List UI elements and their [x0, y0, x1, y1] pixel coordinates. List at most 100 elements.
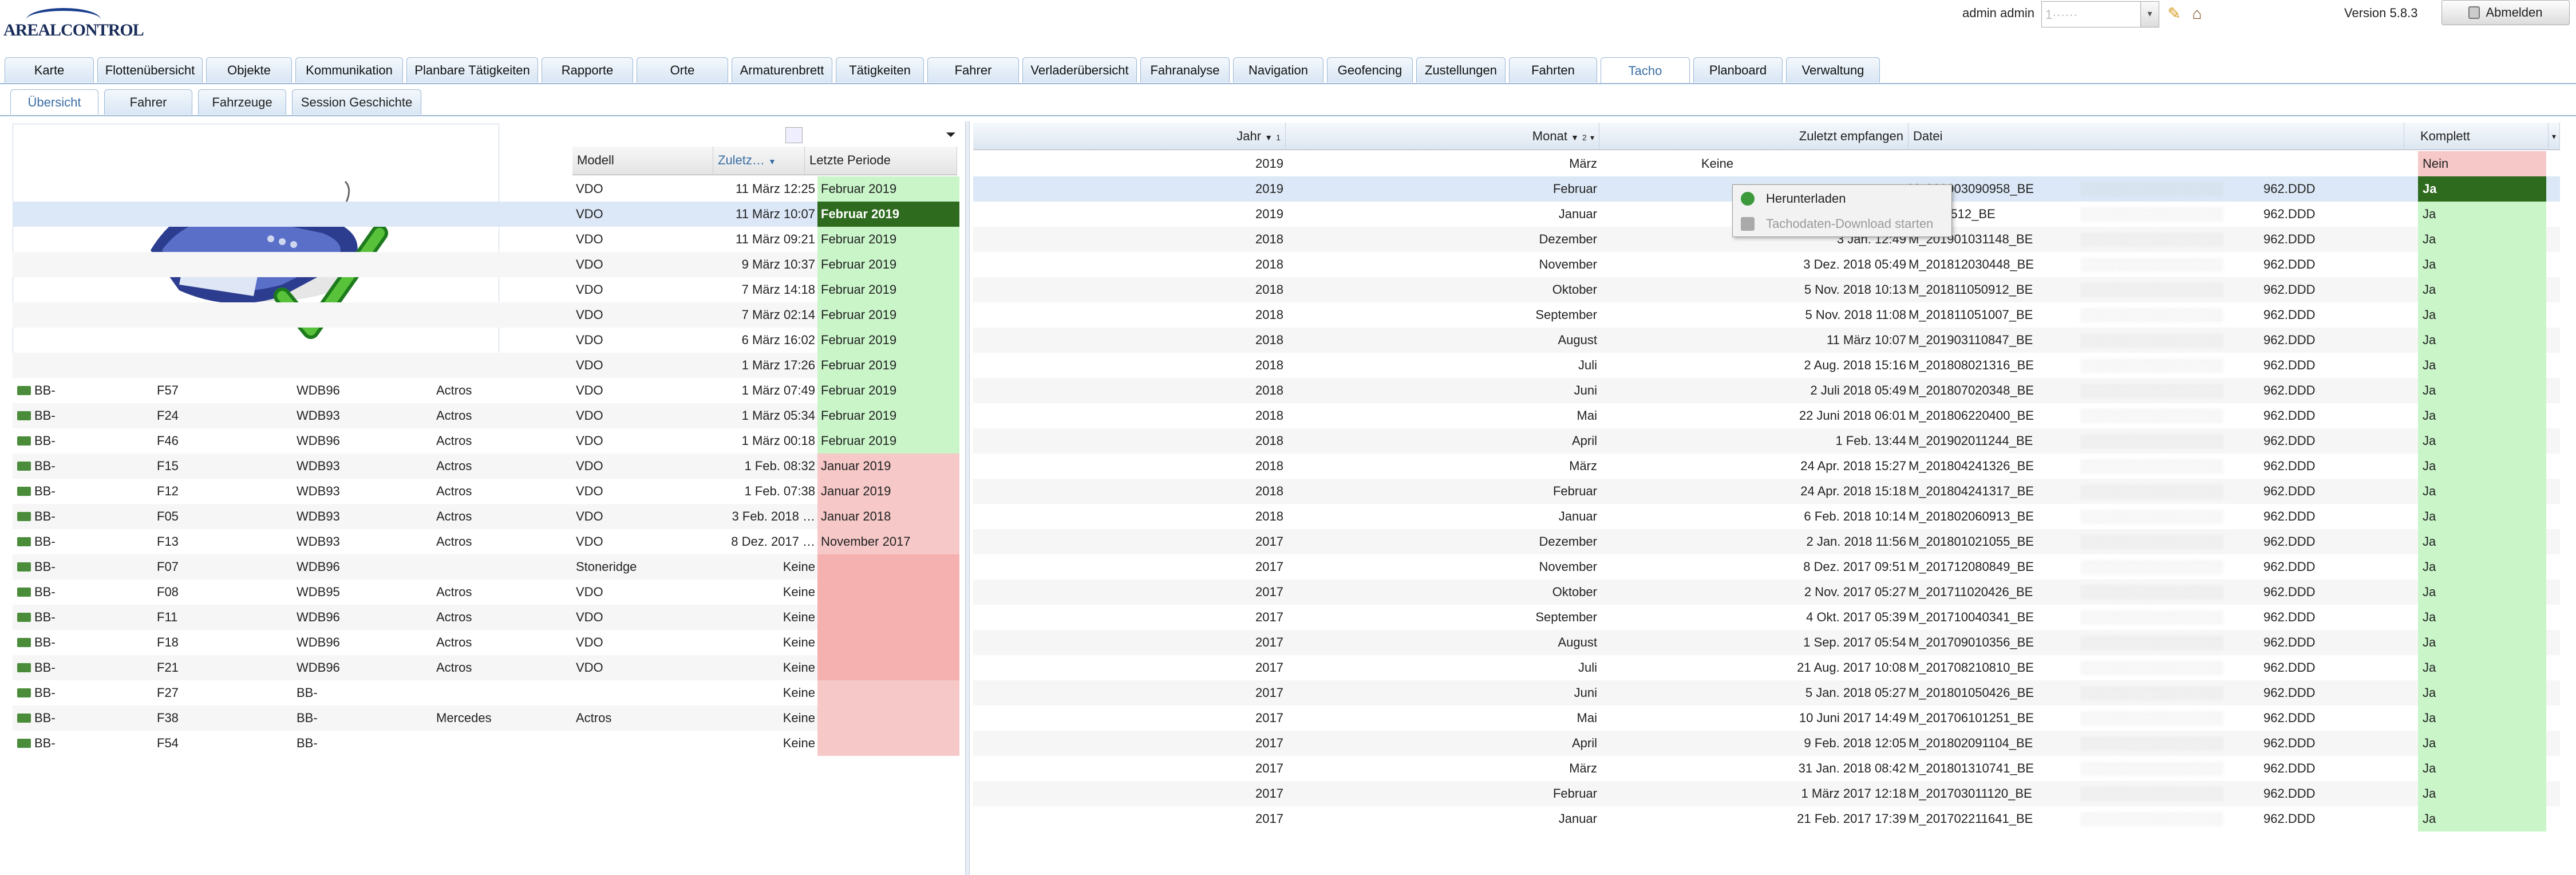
table-row[interactable]: 2018 August 11 März 10:07 M_201903110847_BE…	[973, 328, 2560, 353]
tab-rapporte[interactable]: Rapporte	[542, 57, 633, 82]
col-header-zuletzt[interactable]: Zuletz… ▼	[713, 147, 805, 174]
tab-verwaltung[interactable]: Verwaltung	[1786, 57, 1880, 82]
pencil-icon[interactable]: ✎	[2165, 5, 2183, 23]
table-row[interactable]: 2017 Oktober 2 Nov. 2017 05:27 M_2017110204…	[973, 580, 2560, 605]
tab-geofencing[interactable]: Geofencing	[1327, 57, 1413, 82]
chevron-down-icon[interactable]: ▾	[2140, 2, 2159, 27]
tab-fahranalyse[interactable]: Fahranalyse	[1140, 57, 1230, 82]
table-row[interactable]: BB- F15 WDB93 Actros VDO 1 Feb. 08:32 Januar 2…	[13, 454, 959, 479]
tab-navigation[interactable]: Navigation	[1233, 57, 1323, 82]
table-row[interactable]: 2018 Juni 2 Juli 2018 05:49 M_201807020348_…	[973, 378, 2560, 403]
sort-desc-icon: ▼	[1265, 133, 1273, 142]
table-row[interactable]: BB- F13 WDB93 Actros VDO 8 Dez. 2017 … Novembe…	[13, 529, 959, 554]
table-row[interactable]: 2018 Mai 22 Juni 2018 06:01 M_201806220400_…	[973, 403, 2560, 428]
table-row[interactable]: 2017 Juli 21 Aug. 2017 10:08 M_201708210810…	[973, 655, 2560, 680]
tab-tätigkeiten[interactable]: Tätigkeiten	[836, 57, 924, 82]
tab-flottenübersicht[interactable]: Flottenübersicht	[97, 57, 203, 82]
tab-zustellungen[interactable]: Zustellungen	[1416, 57, 1506, 82]
table-row[interactable]: VDO 11 März 10:07 Februar 2019	[13, 202, 959, 227]
subtab-fahrzeuge[interactable]: Fahrzeuge	[198, 89, 286, 115]
last-received-cell: 5 Nov. 2018 11:08	[1805, 308, 1906, 322]
table-row[interactable]: VDO 7 März 14:18 Februar 2019	[13, 277, 959, 302]
tab-karte[interactable]: Karte	[5, 57, 94, 82]
table-row[interactable]: VDO 6 März 16:02 Februar 2019	[13, 328, 959, 353]
tab-planboard[interactable]: Planboard	[1693, 57, 1783, 82]
year-cell: 2018	[1255, 308, 1283, 322]
table-row[interactable]: 2018 September 5 Nov. 2018 11:08 M_20181105…	[973, 302, 2560, 328]
home-icon[interactable]: ⌂	[2187, 5, 2207, 23]
col-header-modell[interactable]: Modell	[572, 147, 713, 174]
table-row[interactable]: 2018 Oktober 5 Nov. 2018 10:13 M_2018110509…	[973, 277, 2560, 302]
col-header-datei[interactable]: Datei	[1909, 123, 2404, 150]
panel-splitter[interactable]	[965, 121, 970, 875]
user-context-select[interactable]: 1······ ▾	[2041, 1, 2159, 27]
grid-settings-icon[interactable]	[785, 127, 803, 143]
tab-planbare-tätigkeiten[interactable]: Planbare Tätigkeiten	[406, 57, 538, 82]
subtab-fahrer[interactable]: Fahrer	[104, 89, 192, 115]
table-row[interactable]: BB- F08 WDB95 Actros VDO Keine	[13, 580, 959, 605]
table-row[interactable]: 2019 März Keine Nein	[973, 151, 2560, 176]
menu-item-herunterladen[interactable]: Herunterladen	[1733, 186, 1951, 211]
table-row[interactable]: 2018 Februar 24 Apr. 2018 15:18 M_201804241…	[973, 479, 2560, 504]
table-row[interactable]: BB- F05 WDB93 Actros VDO 3 Feb. 2018 … Januar …	[13, 504, 959, 529]
col-header-periode[interactable]: Letzte Periode	[805, 147, 957, 174]
table-row[interactable]: 2017 November 8 Dez. 2017 09:51 M_201712080…	[973, 554, 2560, 580]
filter-icon[interactable]: ⏷	[946, 127, 956, 142]
model-cell: VDO	[576, 610, 603, 624]
chevron-down-icon[interactable]: ▾	[2549, 123, 2560, 150]
col-header-jahr[interactable]: Jahr ▼ 1	[973, 123, 1286, 150]
logout-button[interactable]: Abmelden	[2441, 0, 2570, 25]
table-row[interactable]: BB- F07 WDB96 Stoneridge Keine	[13, 554, 959, 580]
col-header-zuletzt-empfangen[interactable]: Zuletzt empfangen	[1599, 123, 1909, 150]
table-row[interactable]: 2017 Dezember 2 Jan. 2018 11:56 M_201801021…	[973, 529, 2560, 554]
table-row[interactable]: 2017 Januar 21 Feb. 2017 17:39 M_2017022116…	[973, 806, 2560, 831]
table-row[interactable]: BB- F54 BB- Keine	[13, 731, 959, 756]
table-row[interactable]: VDO 11 März 12:25 Februar 2019	[13, 176, 959, 202]
table-row[interactable]: VDO 1 März 17:26 Februar 2019	[13, 353, 959, 378]
table-row[interactable]: 2017 Mai 10 Juni 2017 14:49 M_201706101251_…	[973, 705, 2560, 731]
table-row[interactable]: 2017 Juni 5 Jan. 2018 05:27 M_201801050426_…	[973, 680, 2560, 705]
subtab-übersicht[interactable]: Übersicht	[10, 89, 98, 115]
table-row[interactable]: BB- F57 WDB96 Actros VDO 1 März 07:49 Februar …	[13, 378, 959, 403]
complete-cell: Ja	[2418, 479, 2546, 504]
tab-kommunikation[interactable]: Kommunikation	[295, 57, 403, 82]
tab-armaturenbrett[interactable]: Armaturenbrett	[732, 57, 832, 82]
subtab-session-geschichte[interactable]: Session Geschichte	[292, 89, 421, 115]
truck-icon	[17, 487, 31, 496]
col-header-monat[interactable]: Monat ▼ 2 ▾	[1286, 123, 1599, 150]
table-row[interactable]: BB- F12 WDB93 Actros VDO 1 Feb. 07:38 Januar 2…	[13, 479, 959, 504]
table-row[interactable]: 2018 April 1 Feb. 13:44 M_201902011244_BE ░░…	[973, 428, 2560, 454]
fleet-number-cell: F15	[157, 459, 179, 473]
table-row[interactable]: BB- F27 BB- Keine	[13, 680, 959, 705]
table-row[interactable]: 2017 März 31 Jan. 2018 08:42 M_201801310741…	[973, 756, 2560, 781]
tab-fahrten[interactable]: Fahrten	[1509, 57, 1597, 82]
complete-cell: Ja	[2418, 378, 2546, 403]
file-ext-cell: 962.DDD	[2263, 635, 2316, 649]
tab-tacho[interactable]: Tacho	[1601, 57, 1690, 84]
table-row[interactable]: BB- F24 WDB93 Actros VDO 1 März 05:34 Februar …	[13, 403, 959, 428]
table-row[interactable]: BB- F18 WDB96 Actros VDO Keine	[13, 630, 959, 655]
table-row[interactable]: 2018 März 24 Apr. 2018 15:27 M_201804241326…	[973, 454, 2560, 479]
last-period-cell: Februar 2019	[817, 353, 959, 378]
table-row[interactable]: BB- F21 WDB96 Actros VDO Keine	[13, 655, 959, 680]
table-row[interactable]: BB- F38 BB- Mercedes Actros Keine	[13, 705, 959, 731]
tab-verladerübersicht[interactable]: Verladerübersicht	[1022, 57, 1137, 82]
table-row[interactable]: BB- F11 WDB96 Actros VDO Keine	[13, 605, 959, 630]
table-row[interactable]: 2017 August 1 Sep. 2017 05:54 M_20170901035…	[973, 630, 2560, 655]
table-row[interactable]: 2017 April 9 Feb. 2018 12:05 M_201802091104…	[973, 731, 2560, 756]
table-row[interactable]: VDO 9 März 10:37 Februar 2019	[13, 252, 959, 277]
tab-fahrer[interactable]: Fahrer	[927, 57, 1019, 82]
table-row[interactable]: VDO 7 März 02:14 Februar 2019	[13, 302, 959, 328]
table-row[interactable]: 2018 Januar 6 Feb. 2018 10:14 M_20180206091…	[973, 504, 2560, 529]
table-row[interactable]: 2017 Februar 1 März 2017 12:18 M_2017030111…	[973, 781, 2560, 806]
table-row[interactable]: 2017 September 4 Okt. 2017 05:39 M_20171004…	[973, 605, 2560, 630]
table-row[interactable]: VDO 11 März 09:21 Februar 2019	[13, 227, 959, 252]
col-header-komplett[interactable]: Komplett	[2416, 123, 2549, 150]
table-row[interactable]: BB- F46 WDB96 Actros VDO 1 März 00:18 Februar …	[13, 428, 959, 454]
tab-objekte[interactable]: Objekte	[206, 57, 292, 82]
chevron-down-icon[interactable]: ▾	[1590, 133, 1594, 142]
table-row[interactable]: 2018 November 3 Dez. 2018 05:49 M_201812030…	[973, 252, 2560, 277]
table-row[interactable]: 2018 Juli 2 Aug. 2018 15:16 M_201808021316_…	[973, 353, 2560, 378]
truck-icon	[17, 714, 31, 723]
tab-orte[interactable]: Orte	[637, 57, 728, 82]
